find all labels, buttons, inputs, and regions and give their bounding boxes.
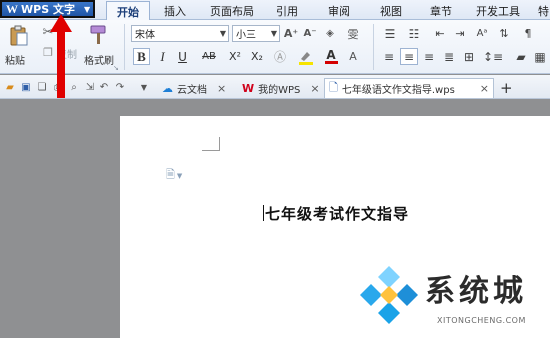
sort-icon[interactable]: ⇅ bbox=[496, 26, 512, 41]
chinese-layout-icon[interactable]: Aᵃ bbox=[472, 26, 492, 41]
chevron-down-icon: ▼ bbox=[83, 4, 91, 14]
grow-font-icon[interactable]: A⁺ bbox=[283, 26, 299, 41]
xitongcheng-logo-icon bbox=[360, 266, 418, 324]
tab-home[interactable]: 开始 bbox=[106, 1, 150, 20]
font-color-letter: A bbox=[326, 48, 336, 62]
redo-icon[interactable]: ↷ bbox=[114, 81, 126, 93]
format-painter-icon[interactable] bbox=[86, 23, 110, 47]
tab-page-layout[interactable]: 页面布局 bbox=[210, 3, 254, 18]
font-color-swatch bbox=[324, 61, 338, 64]
paste-label[interactable]: 粘贴 bbox=[5, 52, 25, 67]
decrease-indent-icon[interactable]: ⇤ bbox=[432, 26, 448, 41]
document-icon: 🗋 bbox=[329, 81, 338, 94]
text-effect-icon[interactable]: Ⓐ bbox=[272, 48, 288, 65]
wps-app-menu-button[interactable]: W WPS 文字 ▼ bbox=[0, 0, 95, 18]
divider bbox=[373, 24, 374, 70]
tab-label: 我的WPS bbox=[258, 84, 301, 96]
justify-icon[interactable]: ≣ bbox=[440, 48, 458, 65]
underline-button[interactable]: U bbox=[174, 48, 191, 65]
strikethrough-button[interactable]: AB bbox=[198, 48, 220, 65]
annotation-arrow-icon bbox=[50, 14, 72, 98]
tab-label: 七年级语文作文指导.wps bbox=[341, 85, 455, 96]
line-spacing-icon[interactable]: ↕≡ bbox=[482, 48, 504, 65]
watermark-text: 系统城 bbox=[425, 274, 527, 309]
align-left-icon[interactable]: ≡ bbox=[380, 48, 398, 65]
italic-button[interactable]: I bbox=[154, 48, 171, 65]
tab-review[interactable]: 审阅 bbox=[328, 3, 350, 18]
subscript-button[interactable]: X₂ bbox=[248, 48, 266, 65]
distributed-icon[interactable]: ⊞ bbox=[460, 48, 478, 65]
format-painter-label[interactable]: 格式刷 bbox=[84, 52, 114, 67]
close-icon[interactable]: × bbox=[310, 82, 319, 95]
undo-icon[interactable]: ↶ bbox=[98, 81, 110, 93]
tab-label: 云文档 bbox=[177, 84, 207, 96]
document-icon: 🗎 bbox=[166, 168, 175, 181]
wps-logo-icon: W bbox=[6, 1, 18, 16]
divider bbox=[124, 24, 125, 70]
tab-chapter[interactable]: 章节 bbox=[430, 3, 452, 18]
font-size-select[interactable]: 小三 ▼ bbox=[232, 25, 280, 42]
chevron-down-icon: ▼ bbox=[176, 171, 183, 180]
tab-special[interactable]: 特 bbox=[538, 3, 549, 18]
wps-logo-icon: W bbox=[242, 81, 255, 95]
increase-indent-icon[interactable]: ⇥ bbox=[452, 26, 468, 41]
align-center-icon[interactable]: ≡ bbox=[400, 48, 418, 65]
menu-bar: W WPS 文字 ▼ 开始 插入 页面布局 引用 审阅 视图 章节 开发工具 特 bbox=[0, 0, 550, 20]
show-marks-icon[interactable]: ¶ bbox=[520, 26, 536, 41]
paragraph-options-icon[interactable]: 🗎 ▼ bbox=[166, 166, 182, 185]
bold-button[interactable]: B bbox=[133, 48, 150, 65]
tab-cloud-docs[interactable]: ☁ 云文档 × bbox=[158, 78, 230, 98]
font-family-value: 宋体 bbox=[135, 30, 155, 41]
chevron-down-icon[interactable]: ▼ bbox=[138, 81, 150, 93]
bullet-list-icon[interactable]: ☰ bbox=[380, 26, 400, 41]
align-right-icon[interactable]: ≡ bbox=[420, 48, 438, 65]
paste-icon[interactable] bbox=[6, 23, 32, 49]
superscript-button[interactable]: X² bbox=[226, 48, 244, 65]
phonetic-guide-icon[interactable]: 雯 bbox=[344, 26, 362, 41]
add-tab-button[interactable]: + bbox=[496, 78, 517, 98]
save-as-icon[interactable]: ❏ bbox=[36, 81, 48, 93]
text-cursor bbox=[263, 205, 264, 221]
tab-view[interactable]: 视图 bbox=[380, 3, 402, 18]
shrink-font-icon[interactable]: A⁻ bbox=[302, 26, 318, 41]
export-icon[interactable]: ⇲ bbox=[84, 81, 96, 93]
clear-format-icon[interactable]: ◈ bbox=[322, 26, 338, 41]
font-color-button[interactable]: A bbox=[322, 48, 340, 65]
dialog-launcher-icon[interactable]: ↘ bbox=[113, 64, 119, 72]
ribbon-toolbar: 粘贴 ✂ ❐ 复制 格式刷 ↘ 宋体 ▼ 小三 ▼ A⁺ A⁻ ◈ 雯 B I … bbox=[0, 20, 550, 74]
margin-corner-mark bbox=[202, 137, 220, 151]
highlight-color-icon[interactable] bbox=[296, 48, 316, 65]
document-tab-bar: ▰ ▣ ❏ ⎙ ⌕ ⇲ ↶ ↷ ▼ ☁ 云文档 × W 我的WPS × 🗋 七年… bbox=[0, 75, 550, 99]
open-folder-icon[interactable]: ▰ bbox=[4, 81, 16, 93]
cloud-doc-icon: ☁ bbox=[162, 81, 173, 95]
close-icon[interactable]: × bbox=[217, 82, 226, 95]
tab-insert[interactable]: 插入 bbox=[164, 3, 186, 18]
tab-references[interactable]: 引用 bbox=[276, 3, 298, 18]
borders-icon[interactable]: ▦ bbox=[532, 48, 548, 65]
font-family-select[interactable]: 宋体 ▼ bbox=[131, 25, 229, 42]
numbered-list-icon[interactable]: ☷ bbox=[404, 26, 424, 41]
chevron-down-icon: ▼ bbox=[270, 29, 277, 38]
tab-current-document[interactable]: 🗋 七年级语文作文指导.wps × bbox=[324, 78, 494, 98]
close-icon[interactable]: × bbox=[480, 82, 489, 95]
document-heading[interactable]: 七年级考试作文指导 bbox=[265, 203, 409, 224]
watermark-url: XITONGCHENG.COM bbox=[437, 316, 526, 325]
shading-icon[interactable]: ▰ bbox=[512, 48, 530, 65]
char-border-icon[interactable]: A bbox=[344, 48, 362, 65]
tab-developer[interactable]: 开发工具 bbox=[476, 3, 520, 18]
save-icon[interactable]: ▣ bbox=[20, 81, 32, 93]
chevron-down-icon: ▼ bbox=[219, 29, 226, 38]
font-size-value: 小三 bbox=[236, 30, 256, 41]
tab-my-wps[interactable]: W 我的WPS × bbox=[238, 78, 324, 98]
